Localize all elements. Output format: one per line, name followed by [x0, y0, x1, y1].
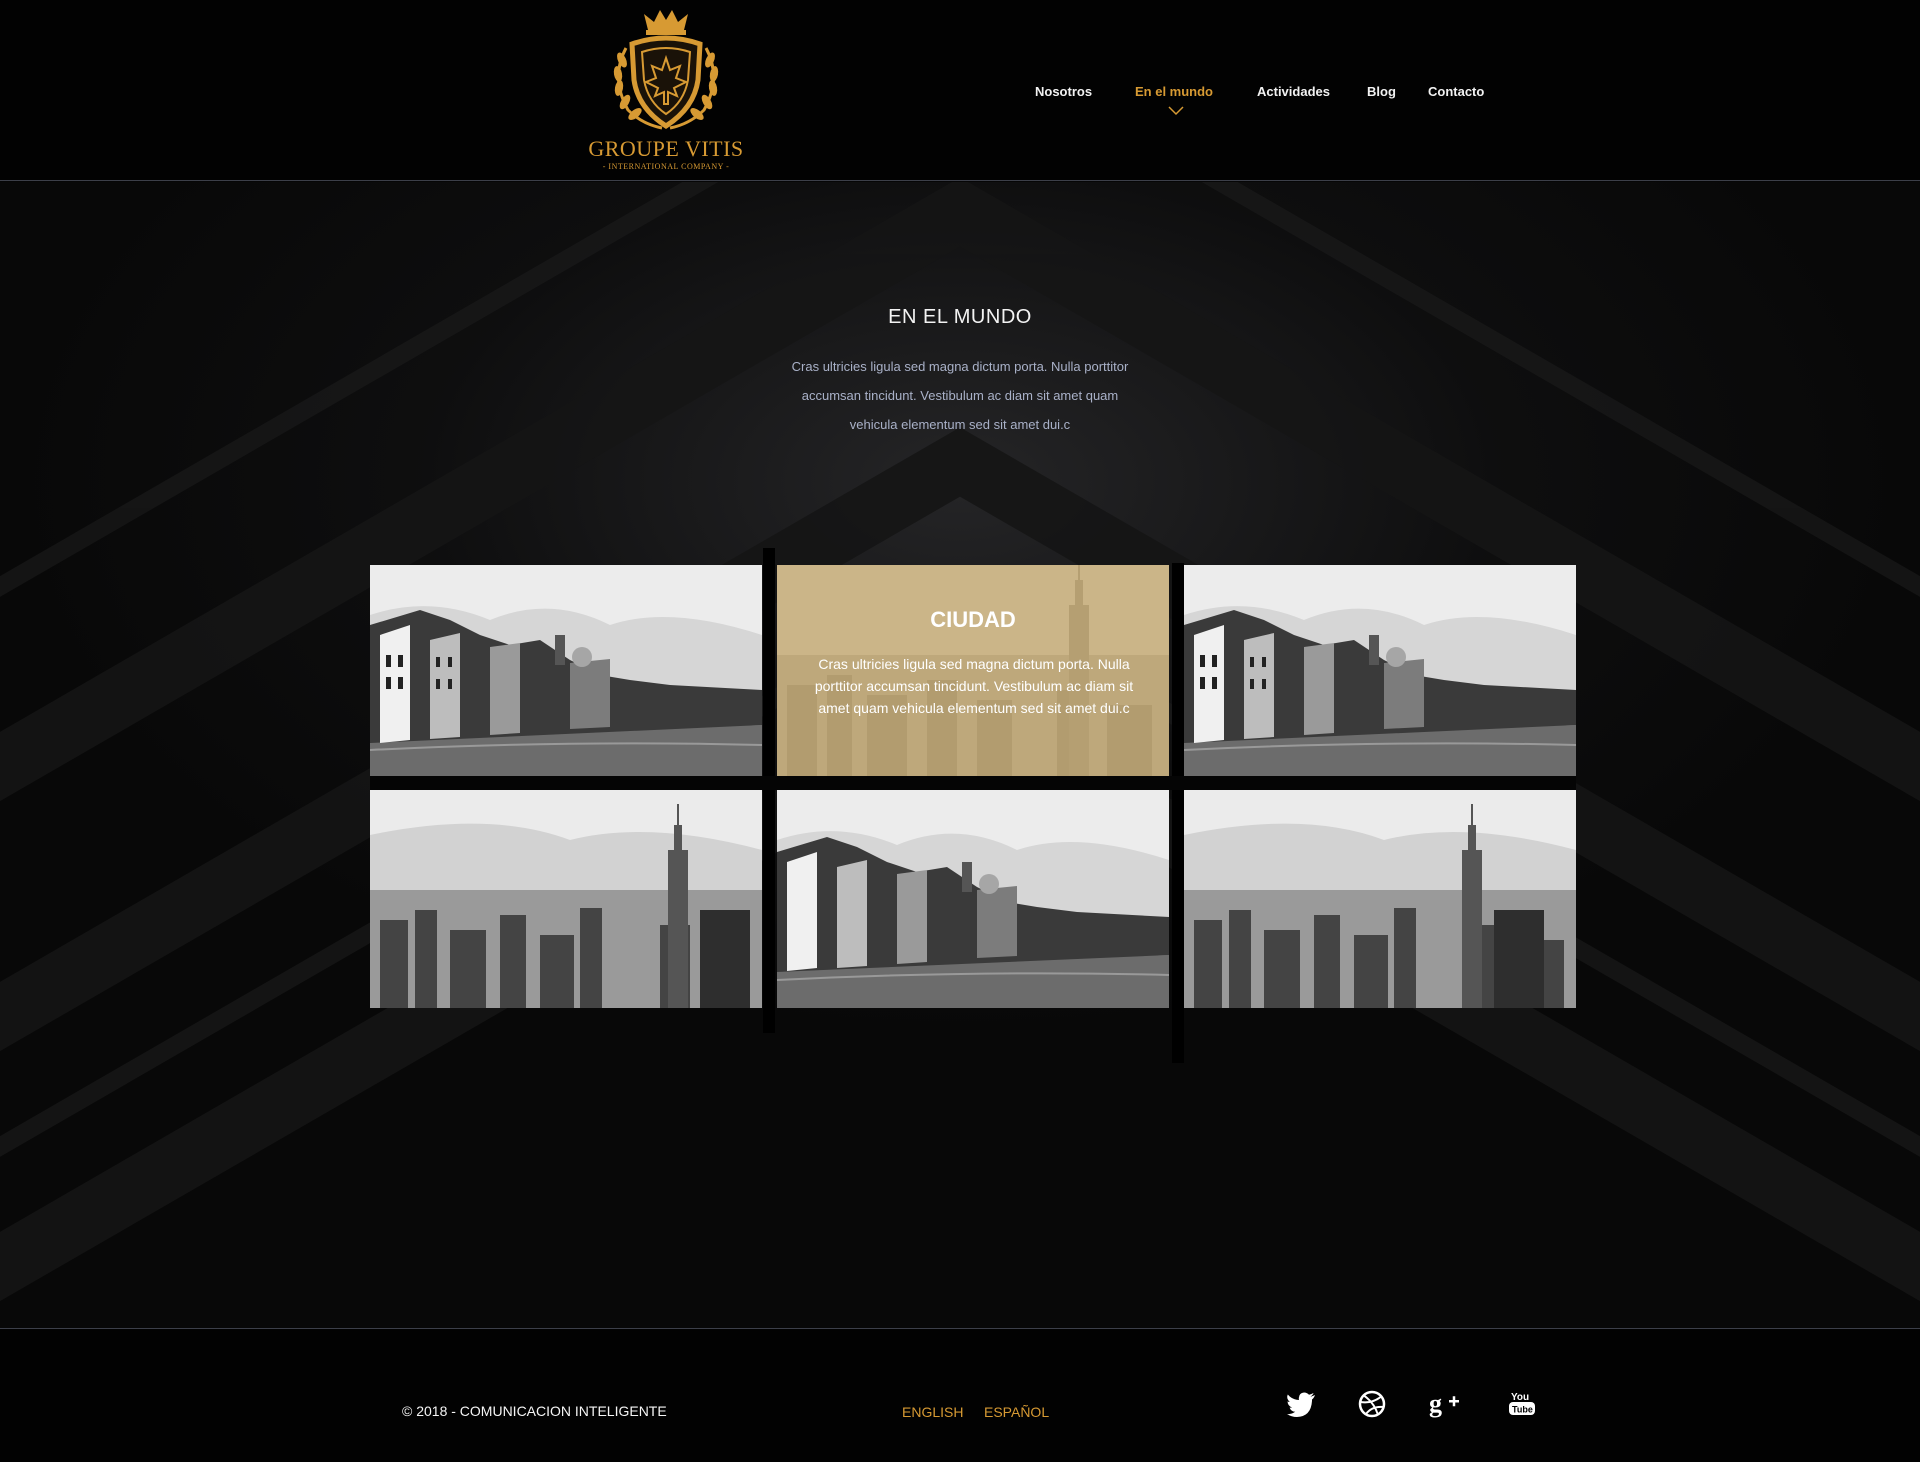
nav-item-contacto[interactable]: Contacto	[1428, 84, 1484, 99]
brand-tagline: - INTERNATIONAL COMPANY -	[602, 162, 730, 171]
nav-item-blog[interactable]: Blog	[1367, 84, 1396, 99]
gallery-divider	[1172, 563, 1184, 1063]
new-york-skyline-photo	[1184, 790, 1576, 1008]
section-title: EN EL MUNDO	[888, 306, 1032, 328]
photo-gallery: CIUDAD Cras ultricies ligula sed magna d…	[370, 548, 1576, 1063]
gallery-tile-6[interactable]	[1184, 790, 1576, 1008]
dribbble-icon[interactable]	[1356, 1388, 1388, 1420]
main-content: EN EL MUNDO Cras ultricies ligula sed ma…	[0, 182, 1920, 1328]
svg-text:You: You	[1511, 1392, 1529, 1403]
google-plus-icon[interactable]: g	[1429, 1388, 1461, 1420]
gallery-tile-1[interactable]	[370, 565, 762, 776]
gallery-tile-4[interactable]	[370, 790, 762, 1008]
site-header: GROUPE VITIS - INTERNATIONAL COMPANY - N…	[0, 0, 1920, 181]
language-espanol-link[interactable]: ESPAÑOL	[984, 1404, 1049, 1420]
gallery-divider	[370, 776, 1576, 790]
gallery-divider	[763, 548, 775, 1033]
gallery-tile-5[interactable]	[777, 790, 1169, 1008]
crest-icon	[613, 10, 719, 130]
chevron-down-icon	[1168, 106, 1184, 116]
site-footer: © 2018 - COMUNICACION INTELIGENTE ENGLIS…	[0, 1328, 1920, 1462]
gallery-tile-3[interactable]	[1184, 565, 1576, 776]
language-english-link[interactable]: ENGLISH	[902, 1404, 963, 1420]
youtube-icon[interactable]: You Tube	[1506, 1388, 1538, 1420]
nav-item-nosotros[interactable]: Nosotros	[1035, 84, 1092, 99]
brand-name: GROUPE VITIS	[588, 136, 744, 161]
new-york-skyline-photo	[370, 790, 762, 1008]
twitter-icon[interactable]	[1285, 1388, 1317, 1420]
svg-text:Tube: Tube	[1512, 1405, 1533, 1415]
nav-item-actividades[interactable]: Actividades	[1257, 84, 1330, 99]
venice-canal-photo	[777, 790, 1169, 1008]
svg-text:g: g	[1429, 1389, 1442, 1418]
gallery-tile-2[interactable]: CIUDAD Cras ultricies ligula sed magna d…	[777, 565, 1169, 776]
main-nav: Nosotros En el mundo Actividades Blog Co…	[0, 84, 1920, 114]
venice-canal-photo	[1184, 565, 1576, 776]
tile-title: CIUDAD	[930, 607, 1016, 632]
section-description: Cras ultricies ligula sed magna dictum p…	[791, 359, 1129, 432]
nav-item-en-el-mundo[interactable]: En el mundo	[1135, 84, 1213, 99]
tile-description: Cras ultricies ligula sed magna dictum p…	[814, 656, 1134, 716]
venice-canal-photo	[370, 565, 762, 776]
copyright-text: © 2018 - COMUNICACION INTELIGENTE	[402, 1403, 667, 1419]
